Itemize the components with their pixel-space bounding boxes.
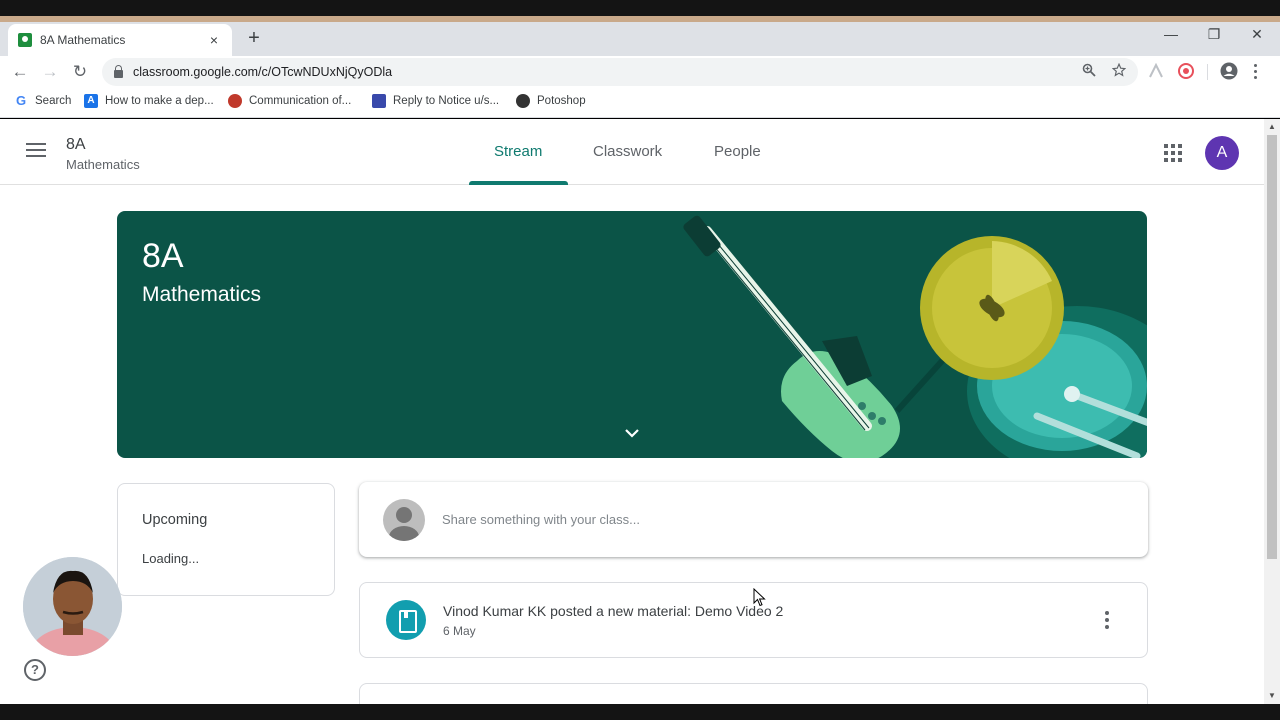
class-header: 8A Mathematics Stream Classwork People A xyxy=(0,119,1264,185)
mouse-cursor-icon xyxy=(753,588,766,607)
music-instruments-illustration xyxy=(683,215,1147,458)
screen-bottom-bar xyxy=(0,704,1280,720)
share-placeholder[interactable]: Share something with your class... xyxy=(442,512,640,527)
share-with-class-box[interactable]: Share something with your class... xyxy=(359,482,1148,557)
zoom-icon[interactable] xyxy=(1082,63,1096,77)
url-text: classroom.google.com/c/OTcwNDUxNjQyODla xyxy=(133,65,393,79)
bookmark-label: Search xyxy=(35,95,72,107)
scrollbar-thumb[interactable] xyxy=(1267,135,1277,559)
tab-strip: 8A Mathematics × + — ❐ ✕ xyxy=(0,22,1280,56)
browser-tab[interactable]: 8A Mathematics × xyxy=(8,24,232,56)
bookmark-label: Reply to Notice u/s... xyxy=(393,95,500,107)
bookmark-label: Communication of... xyxy=(249,95,352,107)
scroll-up-icon[interactable]: ▲ xyxy=(1268,122,1276,131)
tab-classwork[interactable]: Classwork xyxy=(593,143,662,160)
account-avatar[interactable]: A xyxy=(1205,136,1239,170)
class-subject: Mathematics xyxy=(66,157,140,172)
post-title[interactable]: Vinod Kumar KK posted a new material: De… xyxy=(443,603,783,619)
scroll-down-icon[interactable]: ▼ xyxy=(1268,691,1276,700)
browser-menu-icon[interactable] xyxy=(1254,64,1258,80)
bookmark-label: How to make a dep... xyxy=(105,95,214,107)
document-icon xyxy=(372,94,386,108)
tab-stream[interactable]: Stream xyxy=(494,143,542,160)
bookmark-label: Potoshop xyxy=(537,95,586,107)
presenter-webcam xyxy=(23,557,122,656)
bookmarks-bar: G Search A How to make a dep... Communic… xyxy=(0,88,1280,118)
upcoming-card: Upcoming Loading... xyxy=(117,483,335,596)
bookmark-reply-notice[interactable]: Reply to Notice u/s... xyxy=(372,94,499,108)
bookmark-potoshop[interactable]: Potoshop xyxy=(516,94,586,108)
restore-button[interactable]: ❐ xyxy=(1199,26,1229,43)
post-date: 6 May xyxy=(443,624,476,638)
active-tab-indicator xyxy=(469,181,568,185)
extension-lastpass-icon[interactable] xyxy=(1178,63,1194,79)
reload-icon[interactable]: ↻ xyxy=(69,61,91,83)
google-apps-icon[interactable] xyxy=(1164,144,1182,162)
tab-title: 8A Mathematics xyxy=(40,33,126,47)
back-arrow-icon[interactable]: ← xyxy=(9,61,31,83)
banner-class-name[interactable]: 8A xyxy=(142,237,184,276)
class-name[interactable]: 8A xyxy=(66,136,86,154)
bookmark-how-to-make[interactable]: A How to make a dep... xyxy=(84,94,214,108)
tab-people[interactable]: People xyxy=(714,143,761,160)
page-scrollbar[interactable]: ▲ ▼ xyxy=(1264,119,1280,704)
tab-close-button[interactable]: × xyxy=(206,32,222,48)
chevron-down-icon[interactable] xyxy=(622,423,642,443)
bookmark-search[interactable]: G Search xyxy=(14,93,72,108)
google-icon: G xyxy=(15,93,27,108)
material-icon xyxy=(386,600,426,640)
bookmark-communication[interactable]: Communication of... xyxy=(228,94,351,108)
new-tab-button[interactable]: + xyxy=(244,28,264,48)
screen-top-bar xyxy=(0,0,1280,16)
extension-a-icon[interactable] xyxy=(1148,63,1164,79)
classroom-favicon-icon xyxy=(18,33,32,47)
help-icon[interactable]: ? xyxy=(24,659,46,681)
forward-arrow-icon[interactable]: → xyxy=(39,61,61,83)
more-options-icon[interactable] xyxy=(1105,611,1109,629)
a-logo-icon: A xyxy=(84,94,98,108)
classroom-page: 8A Mathematics Stream Classwork People A… xyxy=(0,119,1264,704)
user-avatar-icon xyxy=(383,499,425,541)
lock-icon xyxy=(114,65,123,78)
banner-subject: Mathematics xyxy=(142,283,262,306)
upcoming-title: Upcoming xyxy=(142,512,208,528)
stream-post[interactable] xyxy=(359,683,1148,704)
address-bar[interactable]: classroom.google.com/c/OTcwNDUxNjQyODla xyxy=(102,58,1138,86)
class-banner: 8A Mathematics xyxy=(117,211,1147,458)
star-icon[interactable] xyxy=(1112,63,1126,77)
close-window-button[interactable]: ✕ xyxy=(1242,26,1272,43)
minimize-button[interactable]: — xyxy=(1156,26,1186,42)
toolbar-divider xyxy=(1207,64,1208,80)
browser-toolbar: ← → ↻ classroom.google.com/c/OTcwNDUxNjQ… xyxy=(0,56,1280,88)
upcoming-status: Loading... xyxy=(142,551,200,566)
circle-icon xyxy=(516,94,530,108)
profile-icon[interactable] xyxy=(1220,62,1238,80)
globe-icon xyxy=(228,94,242,108)
hamburger-menu-icon[interactable] xyxy=(26,143,46,159)
